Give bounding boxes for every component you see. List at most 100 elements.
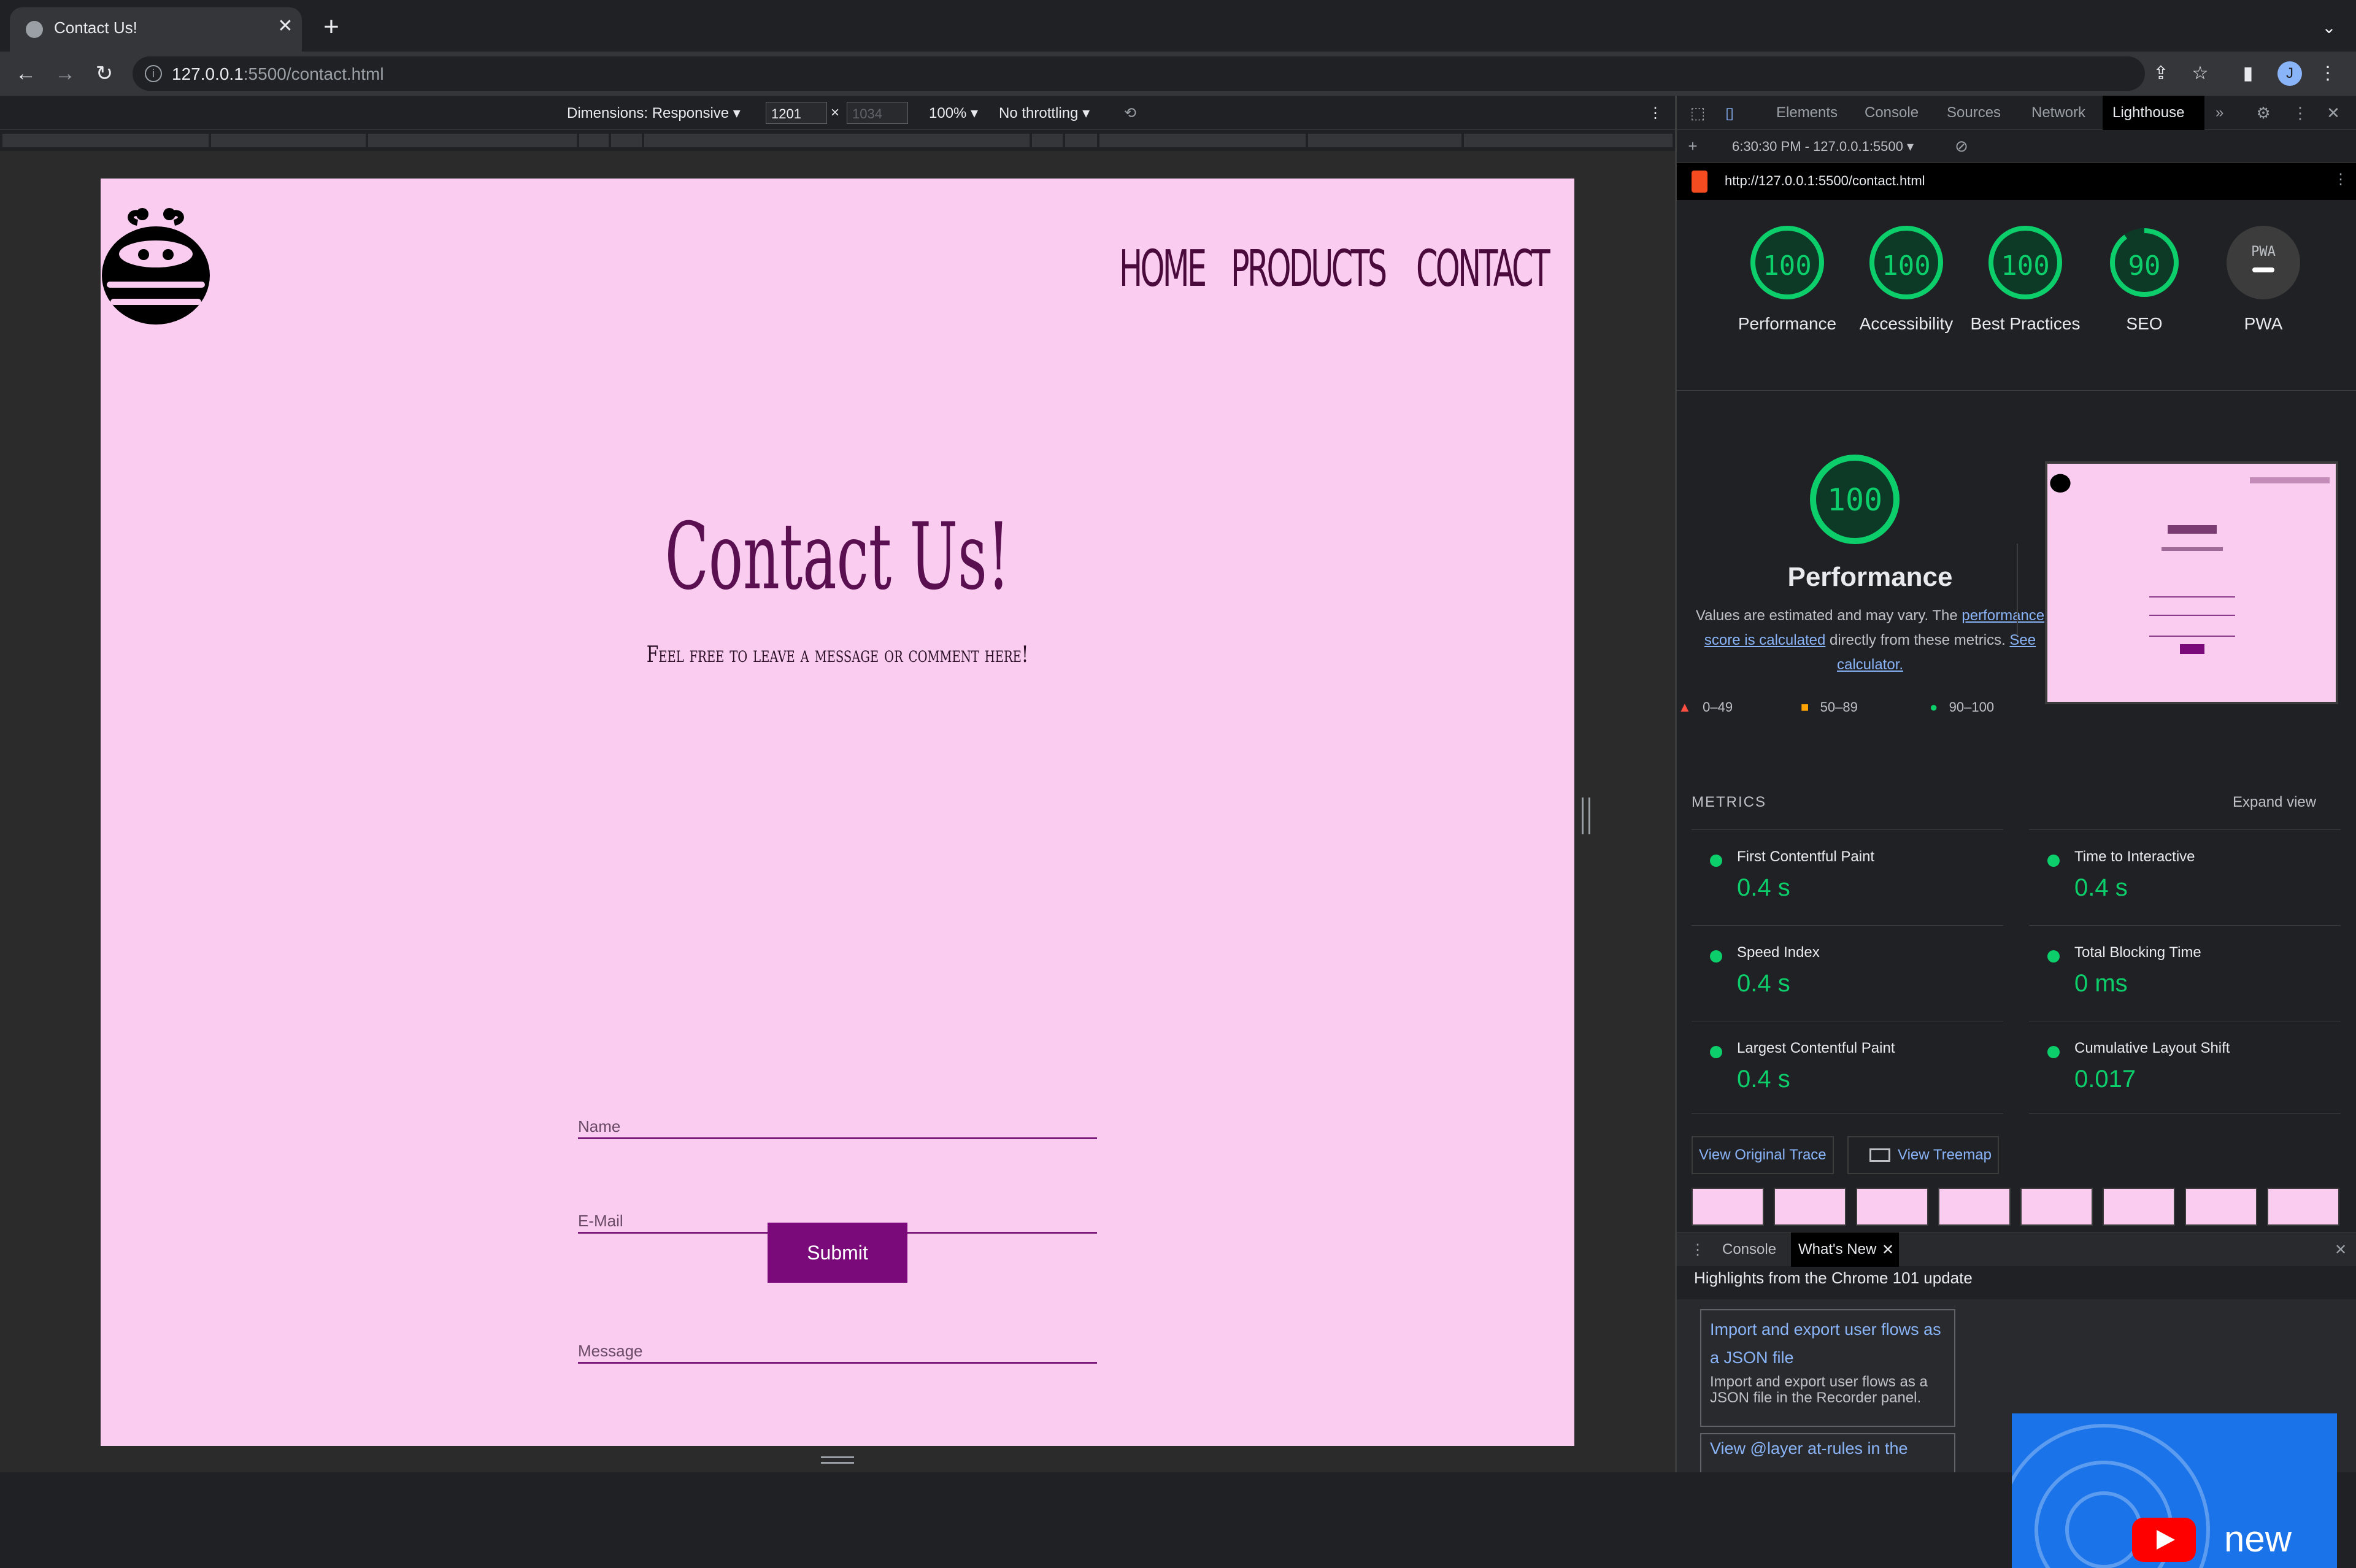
right-resize-handle[interactable]	[1582, 797, 1590, 834]
whats-new-video[interactable]: new	[2012, 1413, 2337, 1568]
close-devtools-icon[interactable]: ✕	[2323, 103, 2343, 123]
tab-console[interactable]: Console	[1865, 104, 1919, 121]
final-screenshot-thumbnail[interactable]	[2045, 461, 2338, 704]
view-treemap-button[interactable]: View Treemap	[1847, 1136, 1999, 1174]
gauge-accessibility[interactable]: 100 Accessibility	[1851, 226, 1961, 373]
media-segment[interactable]	[579, 134, 609, 147]
whats-new-card[interactable]: Import and export user flows as a JSON f…	[1700, 1309, 1955, 1427]
bottom-resize-handle[interactable]	[821, 1456, 854, 1464]
browser-tab[interactable]: Contact Us! ✕	[10, 7, 302, 52]
filmstrip-frame	[2020, 1188, 2093, 1226]
browser-toolbar: ← → ↻ i 127.0.0.1:5500/contact.html ⇪ ☆ …	[0, 52, 2356, 96]
address-bar[interactable]: i 127.0.0.1:5500/contact.html	[133, 56, 2145, 91]
media-segment[interactable]	[368, 134, 577, 147]
height-input[interactable]: 1034	[847, 102, 908, 124]
gauge-best-practices[interactable]: 100 Best Practices	[1970, 226, 2081, 373]
device-more-icon[interactable]: ⋮	[1648, 104, 1663, 122]
youtube-play-icon[interactable]	[2132, 1518, 2196, 1562]
throttle-select[interactable]: No throttling ▾	[999, 104, 1090, 122]
pass-dot-icon	[1710, 950, 1722, 963]
star-icon[interactable]: ☆	[2189, 63, 2211, 85]
sidepanel-icon[interactable]: ▮	[2237, 63, 2259, 85]
media-segment[interactable]	[1065, 134, 1097, 147]
devtools-menu-icon[interactable]: ⋮	[2290, 103, 2310, 123]
media-segment[interactable]	[2, 134, 209, 147]
dimensions-select[interactable]: Dimensions: Responsive ▾	[567, 104, 741, 122]
info-icon[interactable]: i	[145, 65, 162, 82]
share-icon[interactable]: ⇪	[2150, 63, 2172, 85]
perf-desc-text: Values are estimated and may vary. The	[1695, 607, 1958, 624]
metric-cls: Cumulative Layout Shift 0.017	[2029, 1021, 2341, 1114]
bee-logo-icon	[102, 208, 210, 325]
gauge-performance[interactable]: 100 Performance	[1732, 226, 1842, 373]
gauge-score: 90	[2128, 250, 2161, 282]
media-segment[interactable]	[1032, 134, 1063, 147]
gauge-seo[interactable]: 90 SEO	[2089, 226, 2200, 373]
nav-home-link[interactable]: HOME	[1119, 240, 1207, 298]
media-segment[interactable]	[1308, 134, 1461, 147]
gauge-label: SEO	[2126, 314, 2163, 333]
pass-dot-icon	[2047, 1046, 2060, 1058]
close-tab-icon[interactable]: ✕	[1882, 1241, 1894, 1259]
tab-search-icon[interactable]: ⌄	[2317, 17, 2341, 42]
card-title-link[interactable]: View @layer at-rules in the	[1710, 1439, 1949, 1458]
zoom-select[interactable]: 100% ▾	[929, 104, 978, 122]
back-icon[interactable]: ←	[12, 60, 39, 87]
new-tab-button[interactable]: +	[319, 13, 344, 40]
pass-circle-icon: ●	[1930, 699, 1938, 715]
tab-network[interactable]: Network	[2031, 104, 2085, 121]
pwa-badge-icon	[2227, 226, 2300, 299]
nav-products-link[interactable]: PRODUCTS	[1231, 240, 1387, 298]
page-title: Contact Us!	[664, 504, 1011, 610]
kebab-menu-icon[interactable]: ⋮	[2317, 63, 2339, 85]
tab-sources[interactable]: Sources	[1947, 104, 2001, 121]
contact-page: HOME PRODUCTS CONTACT Contact Us! Feel f…	[101, 179, 1574, 1446]
report-url[interactable]: http://127.0.0.1:5500/contact.html	[1725, 173, 1925, 189]
submit-button[interactable]: Submit	[768, 1223, 907, 1283]
lighthouse-icon	[1692, 171, 1707, 193]
tab-lighthouse[interactable]: Lighthouse	[2103, 96, 2204, 130]
device-toggle-icon[interactable]: ▯	[1720, 103, 1739, 123]
inspect-icon[interactable]: ⬚	[1688, 103, 1707, 123]
drawer-menu-icon[interactable]: ⋮	[1690, 1241, 1705, 1259]
forward-icon[interactable]: →	[52, 60, 79, 87]
profile-avatar[interactable]: J	[2277, 61, 2302, 86]
whats-new-heading: Highlights from the Chrome 101 update	[1694, 1269, 1973, 1287]
reload-icon[interactable]: ↻	[91, 60, 118, 87]
media-segment[interactable]	[1464, 134, 1673, 147]
drawer-tab-whats-new[interactable]: What's New ✕	[1791, 1232, 1899, 1267]
card-title-link[interactable]: Import and export user flows as a JSON f…	[1710, 1315, 1943, 1372]
close-tab-icon[interactable]: ✕	[275, 16, 296, 37]
legend-fail-text: 0–49	[1703, 699, 1733, 715]
metric-value: 0.4 s	[1737, 970, 1790, 997]
rotate-icon[interactable]: ⟲	[1124, 104, 1136, 122]
url-text[interactable]: 127.0.0.1:5500/contact.html	[172, 64, 384, 84]
tab-elements[interactable]: Elements	[1776, 104, 1838, 121]
media-segment[interactable]	[611, 134, 642, 147]
whats-new-card[interactable]: View @layer at-rules in the	[1700, 1433, 1955, 1472]
drawer-tab-console[interactable]: Console	[1722, 1241, 1776, 1258]
new-report-icon[interactable]: +	[1683, 136, 1703, 156]
clear-icon[interactable]: ⊘	[1952, 136, 1971, 156]
filmstrip-frame	[1938, 1188, 2011, 1226]
pwa-badge-text: PWA	[2251, 244, 2276, 259]
gauge-pwa[interactable]: PWA PWA	[2208, 226, 2319, 373]
report-menu-icon[interactable]: ⋮	[2333, 171, 2348, 188]
media-segment[interactable]	[1099, 134, 1306, 147]
media-segment[interactable]	[211, 134, 366, 147]
media-segment[interactable]	[644, 134, 1030, 147]
more-tabs-icon[interactable]: »	[2215, 104, 2223, 121]
metric-name: Speed Index	[1737, 944, 1820, 961]
play-triangle	[2157, 1530, 2175, 1550]
metric-value: 0.4 s	[1737, 874, 1790, 901]
nav-contact-link[interactable]: CONTACT	[1416, 240, 1550, 298]
settings-gear-icon[interactable]: ⚙	[2254, 103, 2273, 123]
view-original-trace-button[interactable]: View Original Trace	[1692, 1136, 1834, 1174]
report-select[interactable]: 6:30:30 PM - 127.0.0.1:5500 ▾	[1732, 139, 1914, 155]
width-input[interactable]: 1201	[766, 102, 827, 124]
name-field[interactable]: Name	[578, 1115, 1097, 1139]
message-field[interactable]: Message	[578, 1339, 1097, 1364]
expand-view-toggle[interactable]: Expand view	[2233, 794, 2316, 811]
card-description: Import and export user flows as a JSON f…	[1710, 1374, 1928, 1406]
close-drawer-icon[interactable]: ✕	[2335, 1241, 2347, 1259]
